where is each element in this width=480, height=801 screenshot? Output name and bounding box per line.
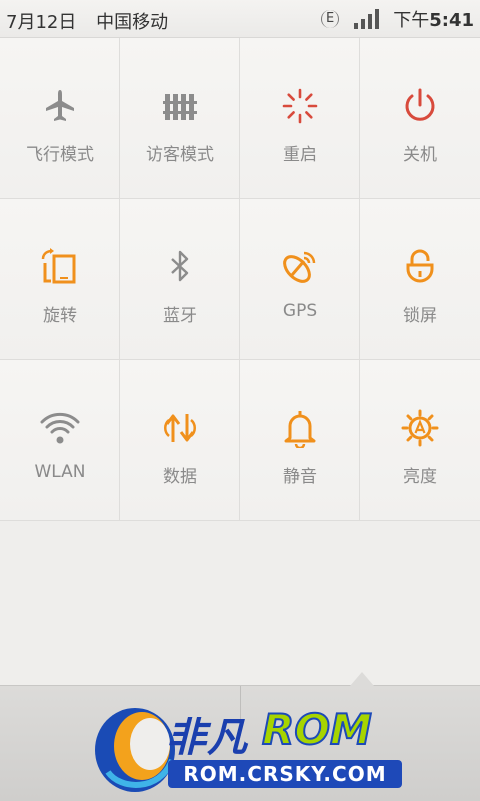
watermark-brand-rom: ROM: [261, 704, 373, 755]
brightness-icon: [401, 409, 439, 447]
status-carrier: 中国移动: [96, 12, 169, 33]
toggle-label: GPS: [282, 301, 318, 321]
data-icon: [164, 414, 196, 442]
status-bar: 7月12日 中国移动 E 下午5:41: [0, 0, 480, 38]
network-type-indicator: E: [321, 10, 340, 28]
toggle-mobile-data[interactable]: 数据: [120, 360, 240, 521]
watermark-brand-cn: 非凡: [166, 715, 248, 761]
toggle-label: 飞行模式: [26, 145, 94, 165]
tab-indicator-notch: [350, 672, 374, 686]
watermark-url: ROM.CRSKY.COM: [168, 760, 402, 788]
status-clock: 下午5:41: [393, 10, 474, 31]
quick-toggle-grid: 飞行模式 访客模式 重启 关机 旋转 蓝牙 GPS 锁屏 WLAN 数据 静音 …: [0, 38, 480, 521]
bell-icon: [284, 411, 316, 448]
status-date: 7月12日: [6, 12, 77, 33]
airplane-icon: [46, 90, 74, 121]
wifi-icon: [40, 412, 80, 444]
toggle-silent[interactable]: 静音: [240, 360, 360, 521]
toggle-label: 旋转: [43, 306, 77, 326]
toggle-reboot[interactable]: 重启: [240, 38, 360, 199]
empty-panel-area: [0, 521, 480, 685]
toggle-bluetooth[interactable]: 蓝牙: [120, 199, 240, 360]
toggle-wlan[interactable]: WLAN: [0, 360, 120, 521]
power-icon: [405, 88, 435, 121]
toggle-rotate[interactable]: 旋转: [0, 199, 120, 360]
bluetooth-icon: [171, 250, 189, 282]
toggle-label: 重启: [283, 145, 317, 165]
rotate-icon: [41, 248, 76, 284]
toggle-airplane-mode[interactable]: 飞行模式: [0, 38, 120, 199]
toggle-label: 数据: [163, 467, 197, 487]
fence-icon: [163, 94, 197, 120]
toggle-guest-mode[interactable]: 访客模式: [120, 38, 240, 199]
toggle-label: 访客模式: [146, 145, 214, 165]
toggle-label: 蓝牙: [163, 306, 197, 326]
lock-icon: [406, 249, 434, 283]
toggle-label: 亮度: [403, 467, 437, 487]
toggle-lock-screen[interactable]: 锁屏: [360, 199, 480, 360]
gps-icon: [283, 251, 316, 283]
reboot-icon: [282, 88, 318, 124]
signal-icon: [354, 9, 380, 29]
toggle-power-off[interactable]: 关机: [360, 38, 480, 199]
toggle-label: WLAN: [34, 462, 86, 482]
toggle-label: 锁屏: [403, 306, 437, 326]
toggle-brightness[interactable]: 亮度: [360, 360, 480, 521]
toggle-label: 关机: [403, 145, 437, 165]
toggle-gps[interactable]: GPS: [240, 199, 360, 360]
toggle-label: 静音: [283, 467, 317, 487]
